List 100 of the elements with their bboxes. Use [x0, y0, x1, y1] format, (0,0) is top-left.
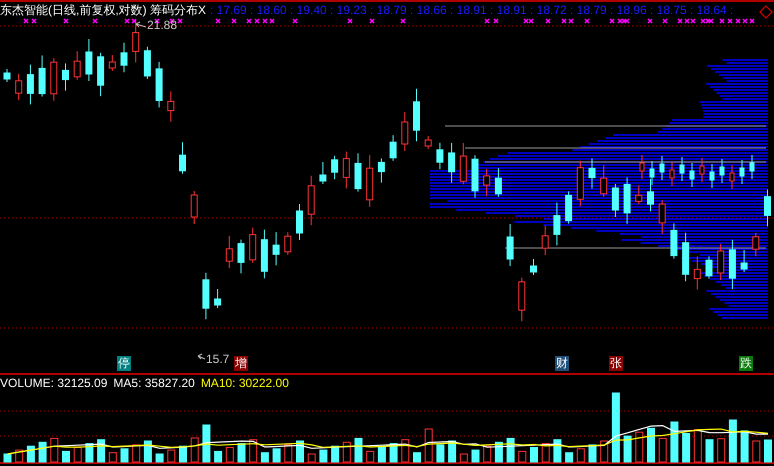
candlestick [483, 168, 490, 197]
event-badge: 财 [555, 356, 569, 371]
candlestick [660, 156, 664, 180]
candlestick [670, 162, 674, 186]
candlestick [750, 154, 754, 180]
candlestick [26, 64, 34, 105]
header-value: : 18.96 [610, 2, 648, 18]
candlestick [378, 158, 385, 184]
candlestick [214, 288, 222, 308]
candlestick [366, 154, 374, 208]
ma5-reading: MA5: 35827.20 [113, 376, 195, 390]
header-value: : 18.66 [410, 2, 448, 18]
candlestick [448, 142, 456, 184]
candlestick [670, 222, 678, 260]
candlestick [494, 168, 502, 198]
candlestick [144, 46, 151, 80]
event-badge: 增 [234, 356, 248, 371]
candlestick [600, 164, 608, 198]
candlestick [190, 190, 198, 224]
header-value: : 18.72 [530, 2, 568, 18]
header-value: : 18.60 [250, 2, 288, 18]
candlestick [308, 175, 315, 226]
candlestick [518, 277, 526, 322]
candlestick [472, 154, 478, 198]
candlestick [740, 160, 744, 184]
candlestick [752, 232, 760, 257]
ma10-reading: MA10: 30222.00 [200, 376, 289, 390]
candlestick [85, 38, 92, 82]
header-value: : 18.91 [450, 2, 488, 18]
candlestick [108, 54, 116, 72]
candlestick [530, 258, 537, 276]
candlestick [640, 154, 644, 180]
candlestick [588, 158, 596, 190]
candlestick [706, 256, 712, 280]
candlestick [38, 54, 46, 98]
candlestick [4, 68, 10, 82]
candlestick [764, 189, 771, 227]
candlestick [284, 232, 292, 256]
candlestick [296, 204, 303, 240]
event-badge: 停 [117, 356, 131, 371]
candlestick [342, 151, 350, 189]
candlestick [700, 158, 704, 182]
candlestick [15, 73, 22, 101]
candlestick [401, 112, 408, 152]
candlestick [612, 184, 619, 218]
pointer-arrow [136, 22, 146, 28]
candlestick [272, 232, 280, 266]
candlestick [354, 152, 362, 192]
header-value: : 19.40 [290, 2, 328, 18]
candlestick [62, 62, 69, 92]
price-label: 15.7 [206, 352, 230, 366]
candlestick [120, 42, 128, 73]
candlestick [682, 232, 690, 282]
candlestick [132, 19, 140, 63]
header-separator: : [730, 2, 734, 18]
diamond-icon [759, 5, 773, 19]
candlestick [413, 88, 420, 142]
pointer-arrow [198, 354, 206, 360]
candlestick [50, 58, 58, 102]
header-value: : 18.91 [490, 2, 528, 18]
candlestick [390, 134, 397, 162]
candlestick [424, 136, 432, 150]
candlestick [260, 229, 268, 279]
candlestick [179, 142, 186, 174]
header-value: : 18.64 [690, 2, 728, 18]
candlestick [717, 244, 724, 280]
candlestick [740, 250, 748, 272]
candlestick [319, 162, 326, 184]
header-value: : 18.79 [370, 2, 408, 18]
header-value: : 18.79 [570, 2, 608, 18]
candlestick [167, 90, 174, 122]
event-badge: 张 [609, 356, 623, 371]
candlestick [694, 256, 701, 290]
candlestick [506, 224, 514, 266]
chart-title: 东杰智能(日线,前复权,对数) 筹码分布X [0, 2, 207, 18]
candlestick [635, 184, 642, 205]
candlestick [436, 142, 444, 170]
header-value: : 19.23 [330, 2, 368, 18]
candlestick [553, 202, 560, 246]
candlestick [576, 160, 584, 207]
candlestick [680, 156, 684, 182]
candlestick [226, 235, 233, 269]
event-badge: 跌 [739, 356, 753, 371]
candlestick [156, 61, 163, 108]
candlestick [728, 239, 736, 290]
candlestick [74, 50, 81, 80]
candlestick [624, 176, 631, 224]
candlestick [460, 142, 467, 185]
candlestick [565, 190, 572, 224]
candlestick [238, 239, 244, 274]
price-label: 21.88 [147, 18, 178, 32]
candlestick [658, 200, 666, 234]
candlestick [730, 164, 734, 190]
volume-reading: VOLUME: 32125.09 [0, 376, 108, 390]
candlestick [97, 52, 104, 97]
header-value: : 18.75 [650, 2, 688, 18]
candlestick [542, 225, 549, 256]
candlestick [690, 162, 694, 188]
header-value: : 17.69 [210, 2, 248, 18]
candlestick [720, 158, 724, 184]
